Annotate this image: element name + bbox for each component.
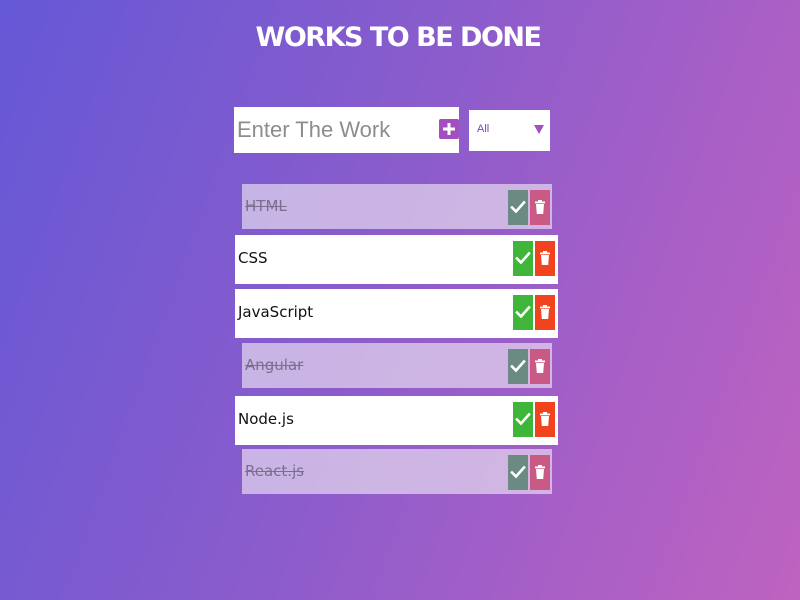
check-icon: [515, 251, 531, 265]
work-input[interactable]: [237, 111, 427, 149]
todo-item: JavaScript: [235, 289, 558, 338]
complete-button[interactable]: [513, 402, 533, 437]
delete-button[interactable]: [535, 402, 555, 437]
trash-icon: [540, 412, 550, 426]
delete-button[interactable]: [530, 455, 550, 490]
check-icon: [510, 359, 526, 373]
trash-icon: [540, 305, 550, 319]
delete-button[interactable]: [530, 349, 550, 384]
check-icon: [510, 465, 526, 479]
plus-square-icon[interactable]: [439, 119, 459, 139]
todo-item: Angular: [242, 343, 552, 388]
check-icon: [515, 412, 531, 426]
todo-item: CSS: [235, 235, 558, 284]
todo-item: Node.js: [235, 396, 558, 445]
todo-item: HTML: [242, 184, 552, 229]
trash-icon: [535, 465, 545, 479]
todo-item-text: CSS: [238, 249, 268, 267]
todo-item-text: Angular: [245, 356, 304, 374]
trash-icon: [540, 251, 550, 265]
trash-icon: [535, 200, 545, 214]
triangle-down-icon: [534, 124, 544, 134]
delete-button[interactable]: [535, 241, 555, 276]
todo-item-text: JavaScript: [238, 303, 314, 321]
todo-app: WORKS TO BE DONE All HTML CSS JavaScript An…: [0, 0, 800, 600]
delete-button[interactable]: [535, 295, 555, 330]
complete-button[interactable]: [513, 295, 533, 330]
filter-select[interactable]: All: [469, 110, 550, 151]
work-input-container: [234, 107, 459, 153]
todo-item-text: HTML: [245, 197, 287, 215]
complete-button[interactable]: [508, 190, 528, 225]
check-icon: [510, 200, 526, 214]
todo-item-text: React.js: [245, 462, 305, 480]
todo-item: React.js: [242, 449, 552, 494]
complete-button[interactable]: [508, 349, 528, 384]
page-title: WORKS TO BE DONE: [255, 22, 542, 53]
trash-icon: [535, 359, 545, 373]
complete-button[interactable]: [513, 241, 533, 276]
complete-button[interactable]: [508, 455, 528, 490]
check-icon: [515, 305, 531, 319]
delete-button[interactable]: [530, 190, 550, 225]
filter-selected-value: All: [477, 123, 490, 135]
todo-item-text: Node.js: [238, 410, 294, 428]
